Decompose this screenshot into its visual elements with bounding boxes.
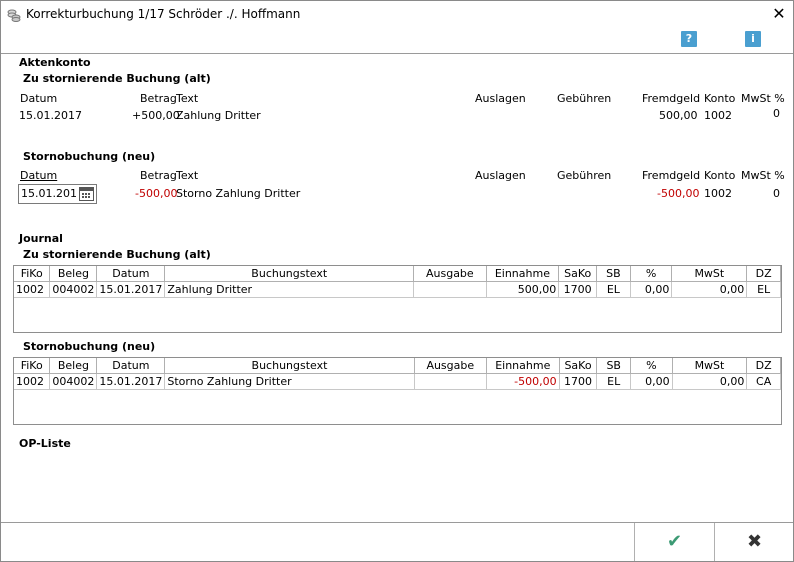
info-icon[interactable]: i	[745, 31, 761, 47]
journal-new-table[interactable]: FiKo Beleg Datum Buchungstext Ausgabe Ei…	[13, 357, 782, 425]
th-dz[interactable]: DZ	[746, 358, 781, 374]
col-mwst: MwSt %	[741, 92, 785, 105]
cancel-button[interactable]: ✖	[714, 523, 793, 561]
cell-fiko: 1002	[14, 373, 51, 390]
col-fremdgeld-new: Fremdgeld	[642, 169, 701, 182]
cell-mwst: 0,00	[671, 281, 748, 298]
col-gebuehren-new: Gebühren	[557, 169, 612, 182]
th-sb[interactable]: SB	[596, 266, 631, 282]
table-header-row: FiKo Beleg Datum Buchungstext Ausgabe Ei…	[14, 358, 781, 374]
col-datum-new: Datum	[20, 169, 58, 182]
th-mwst[interactable]: MwSt	[671, 266, 748, 282]
old-mwst: 0	[773, 107, 780, 120]
th-buchungstext[interactable]: Buchungstext	[164, 358, 415, 374]
calendar-icon[interactable]	[79, 187, 94, 201]
th-mwst[interactable]: MwSt	[671, 358, 748, 374]
th-beleg[interactable]: Beleg	[49, 266, 98, 282]
new-konto: 1002	[704, 187, 732, 200]
aktenkonto-heading: Aktenkonto	[19, 56, 91, 69]
cancel-x-icon: ✖	[746, 531, 763, 552]
close-icon[interactable]: ✕	[769, 4, 789, 24]
col-betrag-new: Betrag	[140, 169, 177, 182]
table-header-row: FiKo Beleg Datum Buchungstext Ausgabe Ei…	[14, 266, 781, 282]
coins-icon	[7, 9, 21, 22]
journal-old-table[interactable]: FiKo Beleg Datum Buchungstext Ausgabe Ei…	[13, 265, 782, 333]
th-percent[interactable]: %	[629, 358, 673, 374]
th-sako[interactable]: SaKo	[558, 358, 598, 374]
dialog-window: Korrekturbuchung 1/17 Schröder ./. Hoffm…	[0, 0, 794, 562]
col-gebuehren: Gebühren	[557, 92, 612, 105]
col-mwst-new: MwSt %	[741, 169, 785, 182]
col-text: Text	[176, 92, 199, 105]
table-row[interactable]: 1002 004002 15.01.2017 Storno Zahlung Dr…	[14, 373, 781, 390]
old-text: Zahlung Dritter	[176, 109, 261, 122]
cell-einnahme: 500,00	[485, 281, 560, 298]
new-text: Storno Zahlung Dritter	[176, 187, 301, 200]
title-bar: Korrekturbuchung 1/17 Schröder ./. Hoffm…	[1, 1, 793, 29]
th-sako[interactable]: SaKo	[558, 266, 598, 282]
cell-buchungstext: Zahlung Dritter	[164, 281, 415, 298]
cell-percent: 0,00	[629, 281, 673, 298]
window-title: Korrekturbuchung 1/17 Schröder ./. Hoffm…	[26, 7, 301, 21]
new-fremdgeld: -500,00	[657, 187, 700, 200]
th-einnahme[interactable]: Einnahme	[485, 358, 560, 374]
th-percent[interactable]: %	[629, 266, 673, 282]
cell-percent: 0,00	[629, 373, 673, 390]
cell-ausgabe	[413, 373, 487, 390]
old-datum: 15.01.2017	[19, 109, 82, 122]
ok-button[interactable]: ✔	[634, 523, 714, 561]
cell-datum: 15.01.2017	[96, 373, 166, 390]
cell-beleg: 004002	[49, 373, 98, 390]
new-betrag: -500,00	[135, 187, 178, 200]
help-icon[interactable]: ?	[681, 31, 697, 47]
cell-dz: CA	[746, 373, 781, 390]
new-mwst: 0	[773, 187, 780, 200]
cell-buchungstext: Storno Zahlung Dritter	[164, 373, 415, 390]
storno-date-input[interactable]	[21, 186, 77, 200]
th-datum[interactable]: Datum	[96, 266, 166, 282]
cell-sb: EL	[596, 281, 631, 298]
cell-datum: 15.01.2017	[96, 281, 166, 298]
th-beleg[interactable]: Beleg	[49, 358, 98, 374]
cell-mwst: 0,00	[671, 373, 748, 390]
th-dz[interactable]: DZ	[746, 266, 781, 282]
col-text-new: Text	[176, 169, 199, 182]
cell-sb: EL	[596, 373, 631, 390]
col-fremdgeld: Fremdgeld	[642, 92, 701, 105]
th-sb[interactable]: SB	[596, 358, 631, 374]
col-datum: Datum	[20, 92, 58, 105]
journal-new-title: Stornobuchung (neu)	[23, 340, 156, 353]
cell-fiko: 1002	[14, 281, 51, 298]
cell-beleg: 004002	[49, 281, 98, 298]
table-row[interactable]: 1002 004002 15.01.2017 Zahlung Dritter 5…	[14, 281, 781, 298]
journal-heading: Journal	[19, 232, 63, 245]
col-konto: Konto	[704, 92, 736, 105]
th-ausgabe[interactable]: Ausgabe	[413, 358, 487, 374]
storno-date-field[interactable]	[18, 184, 97, 204]
th-fiko[interactable]: FiKo	[14, 358, 51, 374]
akten-new-title: Stornobuchung (neu)	[23, 150, 156, 163]
col-auslagen-new: Auslagen	[475, 169, 526, 182]
col-betrag: Betrag	[140, 92, 177, 105]
old-fremdgeld: 500,00	[659, 109, 698, 122]
cell-sako: 1700	[558, 281, 598, 298]
th-fiko[interactable]: FiKo	[14, 266, 51, 282]
th-datum[interactable]: Datum	[96, 358, 166, 374]
th-buchungstext[interactable]: Buchungstext	[164, 266, 415, 282]
cell-dz: EL	[746, 281, 781, 298]
toolbar-divider	[1, 53, 793, 54]
th-ausgabe[interactable]: Ausgabe	[413, 266, 487, 282]
old-konto: 1002	[704, 109, 732, 122]
journal-old-title: Zu stornierende Buchung (alt)	[23, 248, 211, 261]
th-einnahme[interactable]: Einnahme	[485, 266, 560, 282]
col-konto-new: Konto	[704, 169, 736, 182]
op-liste-heading: OP-Liste	[19, 437, 71, 450]
col-auslagen: Auslagen	[475, 92, 526, 105]
akten-old-title: Zu stornierende Buchung (alt)	[23, 72, 211, 85]
cell-einnahme: -500,00	[485, 373, 560, 390]
checkmark-icon: ✔	[666, 531, 683, 552]
cell-sako: 1700	[558, 373, 598, 390]
old-betrag: +500,00	[132, 109, 180, 122]
cell-ausgabe	[413, 281, 487, 298]
